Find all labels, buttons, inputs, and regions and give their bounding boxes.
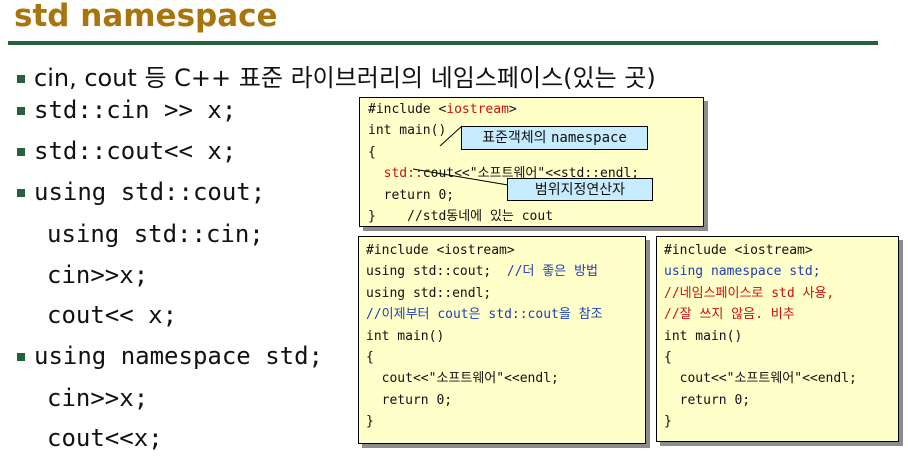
code-line: cout<<"소프트웨어"<<endl; <box>664 371 857 387</box>
code-line: } <box>664 414 672 430</box>
code-line: return 0; <box>664 392 751 408</box>
code-box-using-declaration: #include <iostream>using std::cout; //더 … <box>358 236 646 444</box>
code-line: { <box>366 350 374 366</box>
code-line: using std::endl; <box>366 285 492 301</box>
code-line: int main() <box>664 328 743 344</box>
code-box-using-namespace: #include <iostream> using namespace std; /… <box>656 236 899 442</box>
callout-scope-operator: 범위지정연산자 <box>507 178 653 201</box>
code-box-3-content: #include <iostream> using namespace std; /… <box>664 240 857 433</box>
code-line: #include <iostream> <box>664 243 813 258</box>
code-line: #include <iostream> <box>366 243 515 258</box>
code-line: using std::cout; //더 좋은 방법 <box>366 264 598 280</box>
code-line: { <box>664 350 672 366</box>
code-line: //네임스페이스로 std 사용, <box>664 285 835 301</box>
callout-standard-namespace: 표준객체의 namespace <box>461 126 648 150</box>
code-box-2-content: #include <iostream>using std::cout; //더 … <box>366 240 603 433</box>
code-line: //이제부터 cout은 std::cout을 참조 <box>366 307 603 323</box>
code-line: int main() <box>366 328 445 344</box>
code-line: cout<<"소프트웨어"<<endl; <box>366 371 559 387</box>
code-line: } <box>366 414 374 430</box>
code-line: using namespace std; <box>664 264 821 280</box>
code-line: //잘 쓰지 않음. 비추 <box>664 307 795 323</box>
code-line: return 0; <box>366 392 453 408</box>
